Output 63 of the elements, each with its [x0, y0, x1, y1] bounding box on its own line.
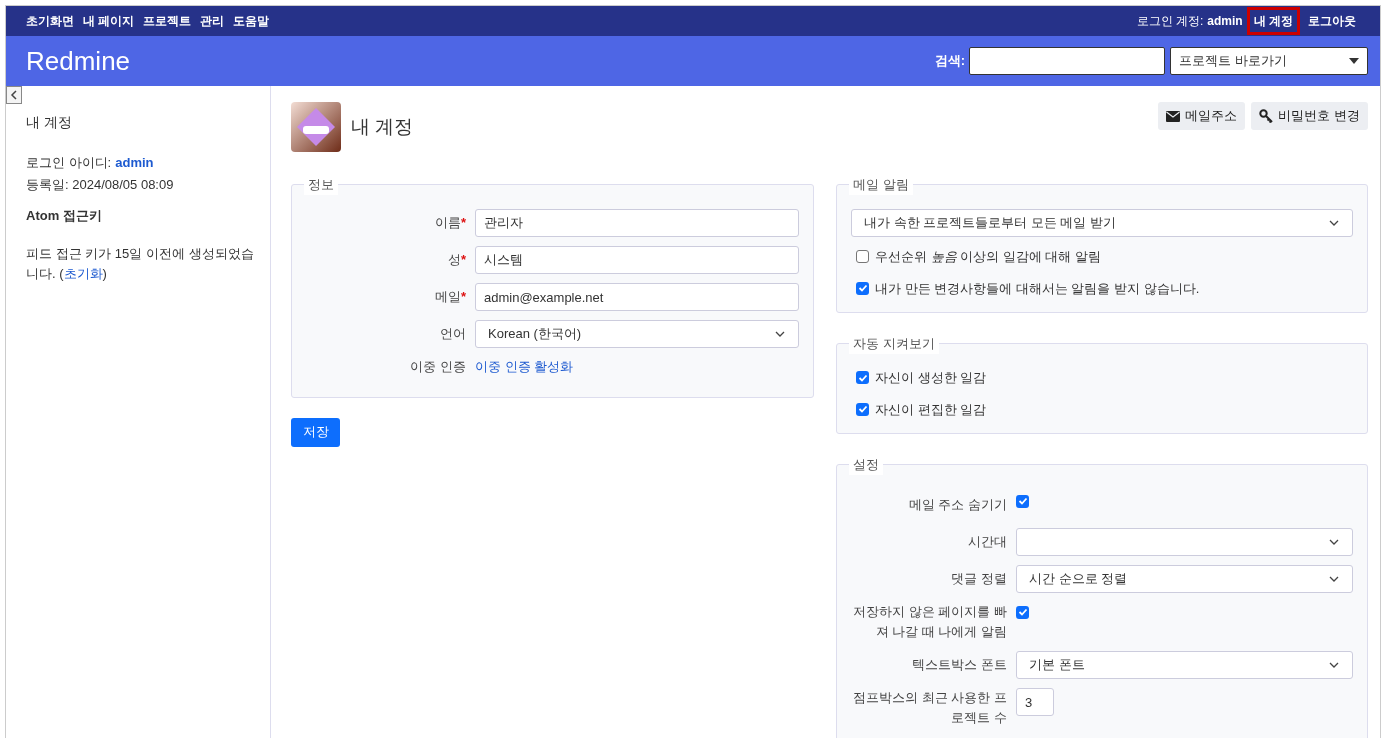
account-link[interactable]: 로그아웃: [1304, 10, 1360, 32]
setting-select[interactable]: 시간 순으로 정렬: [1016, 565, 1353, 593]
text-field[interactable]: admin@example.net: [475, 283, 799, 311]
login-id-link[interactable]: admin: [115, 153, 154, 173]
checkbox-label: 내가 만든 변경사항들에 대해서는 알림을 받지 않습니다.: [875, 279, 1200, 298]
search-field[interactable]: [969, 47, 1165, 75]
top-menu-link[interactable]: 내 페이지: [83, 12, 135, 30]
checkbox[interactable]: [856, 371, 869, 385]
top-menu-link[interactable]: 도움말: [233, 12, 270, 30]
checkbox[interactable]: [1016, 494, 1029, 508]
setting-select[interactable]: 기본 폰트: [1016, 651, 1353, 679]
mail-notification-select[interactable]: 내가 속한 프로젝트들로부터 모든 메일 받기: [851, 209, 1353, 237]
registered-date: 등록일: 2024/08/05 08:09: [26, 175, 175, 194]
key-icon: [1259, 109, 1274, 123]
setting-label: 저장하지 않은 페이지를 빠져 나갈 때 나에게 알림: [852, 603, 1007, 641]
setting-label: 메일 주소 숨기기: [908, 496, 1007, 514]
sidebar-title: 내 계정: [26, 113, 73, 132]
collapse-sidebar-button[interactable]: [6, 86, 22, 104]
setting-label: 시간대: [968, 533, 1007, 551]
feed-key-text: 피드 접근 키가 15일 이전에 생성되었습니다. (초기화): [26, 244, 255, 283]
checkbox-label: 우선순위 높음 이상의 일감에 대해 알림: [875, 248, 1102, 266]
checkbox[interactable]: [856, 402, 869, 416]
setting-label: 텍스트박스 폰트: [912, 656, 1007, 674]
checkbox[interactable]: [856, 250, 869, 264]
field-label: 이름: [434, 214, 461, 233]
page-title: 내 계정: [351, 114, 414, 139]
required-mark: *: [460, 251, 466, 270]
avatar-icon: [291, 102, 341, 152]
top-menu-link[interactable]: 관리: [200, 12, 225, 30]
atom-key-title: Atom 접근키: [26, 207, 103, 225]
caret-down-icon: [1349, 58, 1359, 64]
required-mark: *: [460, 288, 466, 307]
field-label: 메일: [434, 288, 461, 307]
field-label: 성: [447, 251, 461, 270]
action-button[interactable]: 메일주소: [1158, 102, 1246, 130]
logged-in-user: admin: [1207, 13, 1243, 30]
search-label: 검색:: [934, 52, 965, 71]
save-button[interactable]: 저장: [291, 417, 340, 447]
checkbox[interactable]: [856, 281, 869, 295]
site-title: Redmine: [26, 44, 131, 78]
account-link[interactable]: 내 계정: [1246, 7, 1300, 35]
setting-label: 점프박스의 최근 사용한 프로젝트 수: [852, 689, 1007, 727]
two-factor-link[interactable]: 이중 인증 활성화: [475, 357, 574, 377]
envelope-icon: [1166, 110, 1181, 122]
top-menu-link[interactable]: 초기화면: [26, 12, 74, 30]
project-jump-dropdown[interactable]: 프로젝트 바로가기: [1170, 47, 1368, 75]
checkbox-label: 자신이 편집한 일감: [875, 400, 987, 419]
text-field[interactable]: 관리자: [475, 209, 799, 237]
reset-link[interactable]: 초기화: [63, 265, 103, 281]
login-id-label: 로그인 아이디:: [26, 154, 112, 172]
required-mark: *: [460, 214, 466, 233]
setting-label: 댓글 정렬: [951, 570, 1007, 588]
checkbox-label: 자신이 생성한 일감: [875, 369, 987, 387]
chevron-left-icon: [10, 90, 18, 100]
logged-in-label: 로그인 계정:: [1136, 13, 1204, 30]
field-label: 이중 인증: [410, 358, 466, 376]
text-field[interactable]: 시스템: [475, 246, 799, 274]
number-field[interactable]: 3: [1016, 688, 1054, 716]
language-select[interactable]: Korean (한국어): [475, 320, 799, 348]
field-label: 언어: [440, 325, 466, 344]
checkbox[interactable]: [1016, 605, 1029, 619]
action-button[interactable]: 비밀번호 변경: [1251, 102, 1368, 130]
top-menu-link[interactable]: 프로젝트: [143, 12, 192, 30]
